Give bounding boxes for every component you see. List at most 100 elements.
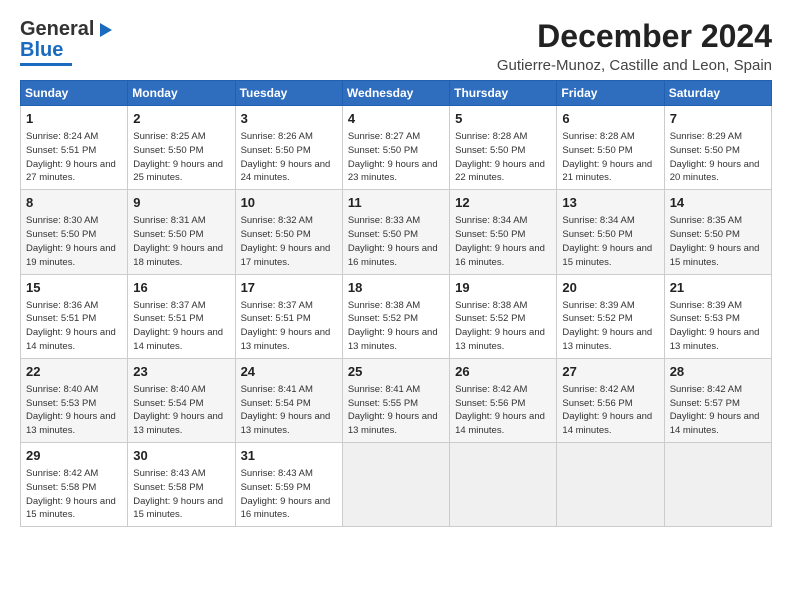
day-info: Sunrise: 8:25 AM Sunset: 5:50 PM Dayligh… — [133, 130, 229, 185]
day-info: Sunrise: 8:35 AM Sunset: 5:50 PM Dayligh… — [670, 214, 766, 269]
calendar-day-cell: 4 Sunrise: 8:27 AM Sunset: 5:50 PM Daylig… — [342, 106, 449, 190]
calendar-day-cell: 20Sunrise: 8:39 AM Sunset: 5:52 PM Dayli… — [557, 274, 664, 358]
day-info: Sunrise: 8:27 AM Sunset: 5:50 PM Dayligh… — [348, 130, 444, 185]
calendar-day-cell: 10 Sunrise: 8:32 AM Sunset: 5:50 PM Dayli… — [235, 190, 342, 274]
day-number: 18 — [348, 279, 444, 297]
calendar-day-cell: 25 Sunrise: 8:41 AM Sunset: 5:55 PM Dayli… — [342, 358, 449, 442]
calendar-day-cell: 11 Sunrise: 8:33 AM Sunset: 5:50 PM Dayli… — [342, 190, 449, 274]
weekday-header: Monday — [128, 81, 235, 106]
day-info: Sunrise: 8:40 AM Sunset: 5:54 PM Dayligh… — [133, 383, 229, 438]
day-number: 2 — [133, 110, 229, 128]
day-number: 13 — [562, 194, 658, 212]
day-info: Sunrise: 8:38 AM Sunset: 5:52 PM Dayligh… — [455, 299, 551, 354]
day-number: 30 — [133, 447, 229, 465]
calendar-day-cell: 19 Sunrise: 8:38 AM Sunset: 5:52 PM Dayli… — [450, 274, 557, 358]
day-info: Sunrise: 8:31 AM Sunset: 5:50 PM Dayligh… — [133, 214, 229, 269]
calendar-week-row: 15 Sunrise: 8:36 AM Sunset: 5:51 PM Dayli… — [21, 274, 772, 358]
day-number: 5 — [455, 110, 551, 128]
day-number: 29 — [26, 447, 122, 465]
weekday-header: Tuesday — [235, 81, 342, 106]
calendar-week-row: 1Sunrise: 8:24 AM Sunset: 5:51 PM Daylig… — [21, 106, 772, 190]
weekday-header: Sunday — [21, 81, 128, 106]
calendar-header-row: SundayMondayTuesdayWednesdayThursdayFrid… — [21, 81, 772, 106]
calendar-day-cell: 31 Sunrise: 8:43 AM Sunset: 5:59 PM Dayli… — [235, 443, 342, 527]
calendar-day-cell: 14 Sunrise: 8:35 AM Sunset: 5:50 PM Dayli… — [664, 190, 771, 274]
page: General Blue December 2024 Gutierre-Muno… — [0, 0, 792, 612]
calendar-day-cell: 30 Sunrise: 8:43 AM Sunset: 5:58 PM Dayli… — [128, 443, 235, 527]
subtitle: Gutierre-Munoz, Castille and Leon, Spain — [497, 57, 772, 74]
day-info: Sunrise: 8:32 AM Sunset: 5:50 PM Dayligh… — [241, 214, 337, 269]
day-info: Sunrise: 8:29 AM Sunset: 5:50 PM Dayligh… — [670, 130, 766, 185]
calendar-day-cell: 24 Sunrise: 8:41 AM Sunset: 5:54 PM Dayli… — [235, 358, 342, 442]
calendar-week-row: 8 Sunrise: 8:30 AM Sunset: 5:50 PM Daylig… — [21, 190, 772, 274]
day-number: 16 — [133, 279, 229, 297]
weekday-header: Saturday — [664, 81, 771, 106]
day-info: Sunrise: 8:42 AM Sunset: 5:56 PM Dayligh… — [455, 383, 551, 438]
day-info: Sunrise: 8:33 AM Sunset: 5:50 PM Dayligh… — [348, 214, 444, 269]
day-number: 9 — [133, 194, 229, 212]
calendar-day-cell — [450, 443, 557, 527]
day-number: 31 — [241, 447, 337, 465]
day-info: Sunrise: 8:36 AM Sunset: 5:51 PM Dayligh… — [26, 299, 122, 354]
calendar-table: SundayMondayTuesdayWednesdayThursdayFrid… — [20, 80, 772, 527]
day-number: 19 — [455, 279, 551, 297]
day-number: 14 — [670, 194, 766, 212]
day-info: Sunrise: 8:28 AM Sunset: 5:50 PM Dayligh… — [562, 130, 658, 185]
calendar-day-cell: 2 Sunrise: 8:25 AM Sunset: 5:50 PM Daylig… — [128, 106, 235, 190]
calendar-day-cell: 23Sunrise: 8:40 AM Sunset: 5:54 PM Dayli… — [128, 358, 235, 442]
day-number: 20 — [562, 279, 658, 297]
calendar-day-cell: 13 Sunrise: 8:34 AM Sunset: 5:50 PM Dayli… — [557, 190, 664, 274]
calendar-week-row: 29Sunrise: 8:42 AM Sunset: 5:58 PM Dayli… — [21, 443, 772, 527]
weekday-header: Wednesday — [342, 81, 449, 106]
day-number: 11 — [348, 194, 444, 212]
calendar-day-cell: 7Sunrise: 8:29 AM Sunset: 5:50 PM Daylig… — [664, 106, 771, 190]
calendar-day-cell: 27Sunrise: 8:42 AM Sunset: 5:56 PM Dayli… — [557, 358, 664, 442]
day-number: 26 — [455, 363, 551, 381]
calendar-day-cell: 17 Sunrise: 8:37 AM Sunset: 5:51 PM Dayli… — [235, 274, 342, 358]
day-number: 17 — [241, 279, 337, 297]
day-info: Sunrise: 8:34 AM Sunset: 5:50 PM Dayligh… — [455, 214, 551, 269]
logo-blue-text: Blue — [20, 39, 63, 62]
day-info: Sunrise: 8:41 AM Sunset: 5:54 PM Dayligh… — [241, 383, 337, 438]
day-number: 3 — [241, 110, 337, 128]
day-number: 25 — [348, 363, 444, 381]
logo-arrow-icon — [96, 21, 114, 39]
day-number: 6 — [562, 110, 658, 128]
day-info: Sunrise: 8:34 AM Sunset: 5:50 PM Dayligh… — [562, 214, 658, 269]
logo: General Blue — [20, 18, 114, 66]
day-info: Sunrise: 8:24 AM Sunset: 5:51 PM Dayligh… — [26, 130, 122, 185]
day-info: Sunrise: 8:37 AM Sunset: 5:51 PM Dayligh… — [133, 299, 229, 354]
day-number: 15 — [26, 279, 122, 297]
calendar-day-cell: 21Sunrise: 8:39 AM Sunset: 5:53 PM Dayli… — [664, 274, 771, 358]
calendar-day-cell: 18 Sunrise: 8:38 AM Sunset: 5:52 PM Dayli… — [342, 274, 449, 358]
day-number: 12 — [455, 194, 551, 212]
day-info: Sunrise: 8:38 AM Sunset: 5:52 PM Dayligh… — [348, 299, 444, 354]
calendar-day-cell — [664, 443, 771, 527]
weekday-header: Friday — [557, 81, 664, 106]
day-info: Sunrise: 8:41 AM Sunset: 5:55 PM Dayligh… — [348, 383, 444, 438]
day-info: Sunrise: 8:42 AM Sunset: 5:57 PM Dayligh… — [670, 383, 766, 438]
calendar-day-cell: 29Sunrise: 8:42 AM Sunset: 5:58 PM Dayli… — [21, 443, 128, 527]
day-info: Sunrise: 8:30 AM Sunset: 5:50 PM Dayligh… — [26, 214, 122, 269]
main-title: December 2024 — [497, 18, 772, 55]
day-number: 4 — [348, 110, 444, 128]
calendar-day-cell: 15 Sunrise: 8:36 AM Sunset: 5:51 PM Dayli… — [21, 274, 128, 358]
logo-general-text: General — [20, 18, 94, 41]
calendar-day-cell: 5 Sunrise: 8:28 AM Sunset: 5:50 PM Daylig… — [450, 106, 557, 190]
calendar-day-cell: 22Sunrise: 8:40 AM Sunset: 5:53 PM Dayli… — [21, 358, 128, 442]
day-info: Sunrise: 8:26 AM Sunset: 5:50 PM Dayligh… — [241, 130, 337, 185]
day-info: Sunrise: 8:43 AM Sunset: 5:59 PM Dayligh… — [241, 467, 337, 522]
day-info: Sunrise: 8:28 AM Sunset: 5:50 PM Dayligh… — [455, 130, 551, 185]
title-block: December 2024 Gutierre-Munoz, Castille a… — [497, 18, 772, 74]
day-info: Sunrise: 8:43 AM Sunset: 5:58 PM Dayligh… — [133, 467, 229, 522]
calendar-day-cell: 6 Sunrise: 8:28 AM Sunset: 5:50 PM Daylig… — [557, 106, 664, 190]
calendar-day-cell: 1Sunrise: 8:24 AM Sunset: 5:51 PM Daylig… — [21, 106, 128, 190]
header: General Blue December 2024 Gutierre-Muno… — [20, 18, 772, 74]
day-number: 8 — [26, 194, 122, 212]
calendar-day-cell — [557, 443, 664, 527]
calendar-week-row: 22Sunrise: 8:40 AM Sunset: 5:53 PM Dayli… — [21, 358, 772, 442]
day-info: Sunrise: 8:37 AM Sunset: 5:51 PM Dayligh… — [241, 299, 337, 354]
calendar-day-cell: 8 Sunrise: 8:30 AM Sunset: 5:50 PM Daylig… — [21, 190, 128, 274]
day-number: 24 — [241, 363, 337, 381]
day-number: 10 — [241, 194, 337, 212]
